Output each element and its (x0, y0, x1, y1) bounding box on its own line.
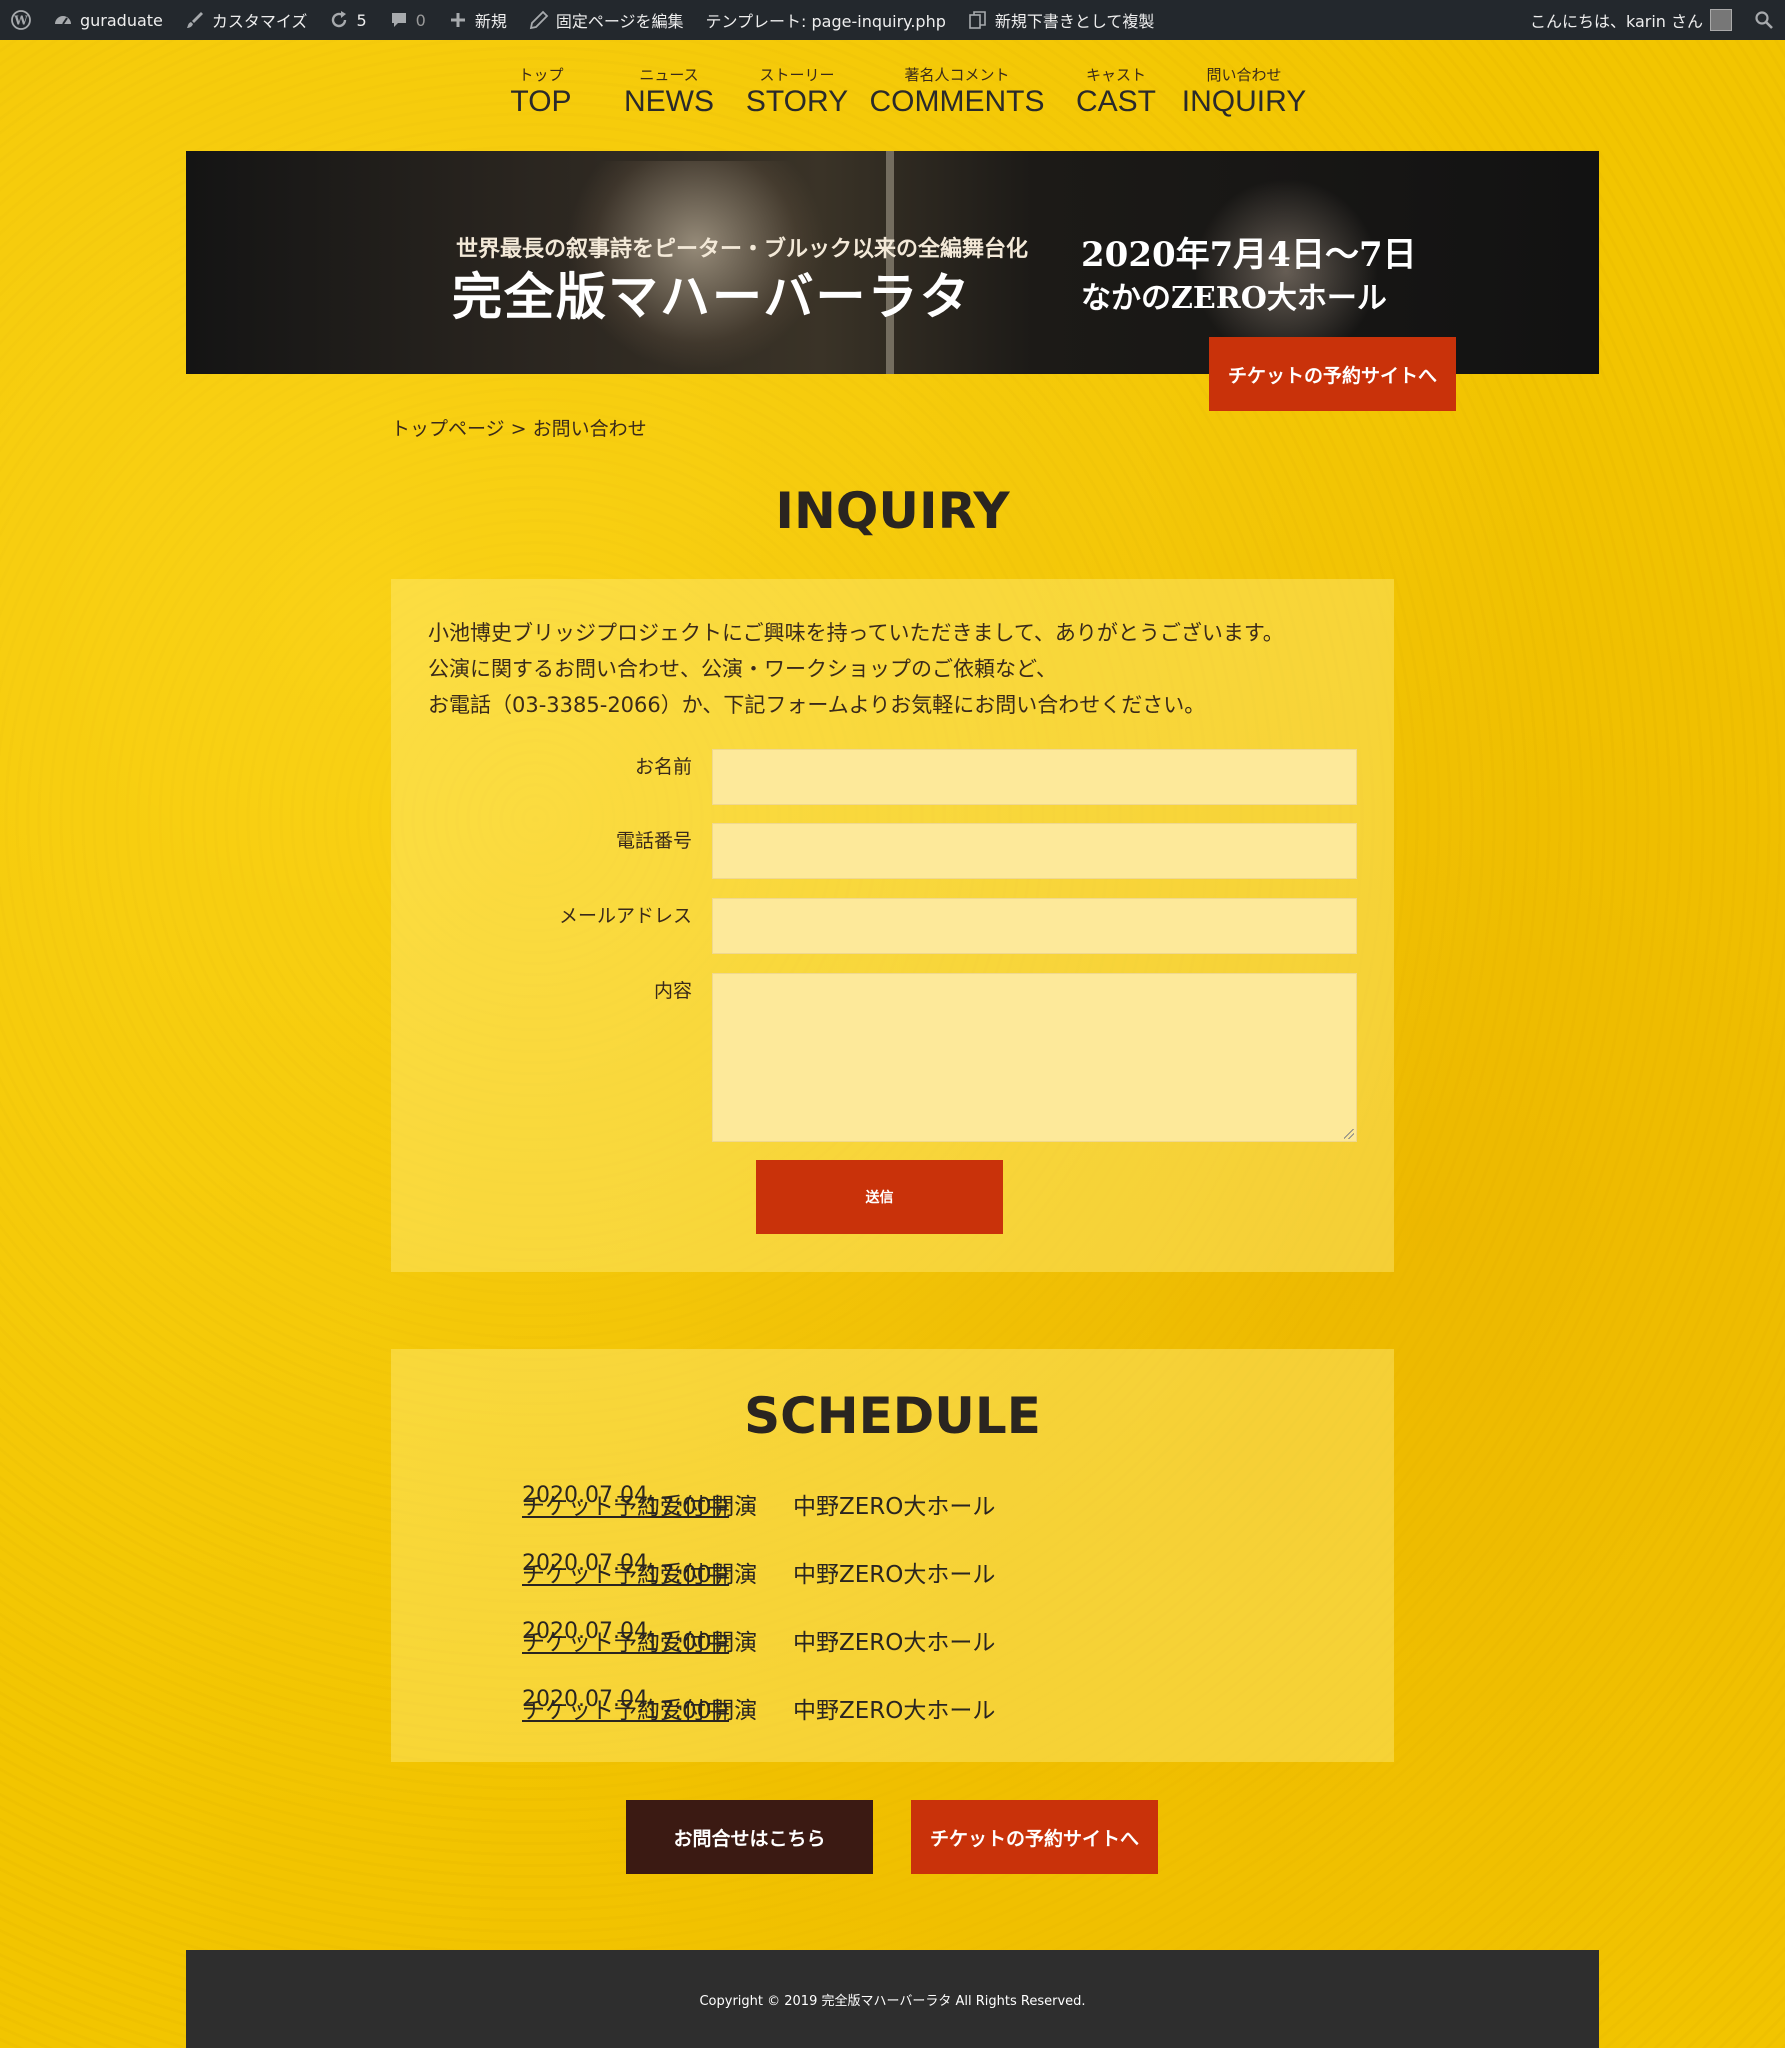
nav-comments[interactable]: 著名人コメント COMMENTS (870, 66, 1045, 120)
edit-page-label: 固定ページを編集 (555, 12, 684, 31)
template-info[interactable]: テンプレート: page-inquiry.php (695, 0, 957, 40)
svg-text:W: W (13, 14, 28, 28)
account-menu[interactable]: こんにちは、karin さん (1519, 0, 1743, 40)
ticket-reservation-button[interactable]: チケットの予約サイトへ (911, 1800, 1158, 1874)
nav-ruby: 著名人コメント (904, 66, 1010, 84)
comments-link[interactable]: 0 (378, 0, 437, 40)
schedule-time: 17:00開演 (645, 1630, 758, 1656)
updates-icon (329, 10, 349, 30)
breadcrumb[interactable]: トップページ > お問い合わせ (391, 414, 647, 441)
intro-text: 小池博史ブリッジプロジェクトにご興味を持っていただきまして、ありがとうございます… (428, 615, 1284, 723)
hero-title: 完全版マハーバーラタ (452, 267, 972, 326)
search-button[interactable] (1743, 0, 1785, 40)
schedule-panel: SCHEDULE 2020.07.04 17:00開演 中野ZERO大ホール チ… (391, 1349, 1394, 1762)
duplicate-draft-link[interactable]: 新規下書きとして複製 (957, 0, 1166, 40)
schedule-venue: 中野ZERO大ホール (793, 1698, 996, 1724)
phone-label: 電話番号 (615, 830, 692, 852)
email-field[interactable] (712, 898, 1357, 954)
nav-label: COMMENTS (869, 85, 1045, 118)
site-name: guraduate (80, 10, 163, 30)
nav-top[interactable]: トップ TOP (510, 66, 571, 120)
nav-ruby: ニュース (639, 66, 699, 84)
duplicate-icon (968, 10, 988, 30)
nav-label: CAST (1075, 85, 1157, 118)
schedule-date: 2020.07.04 (522, 1483, 648, 1508)
footer: Copyright © 2019 完全版マハーバーラタ All Rights R… (186, 1950, 1599, 2048)
admin-bar: W guraduate カスタマイズ 5 0 新規 固定ページを編集 テンプレー… (0, 0, 1785, 40)
name-label: お名前 (634, 756, 692, 778)
content-label: 内容 (653, 980, 692, 1002)
email-label: メールアドレス (558, 905, 692, 927)
intro-line: お電話（03-3385-2066）か、下記フォームよりお気軽にお問い合わせくださ… (428, 693, 1206, 717)
schedule-time: 17:00開演 (645, 1494, 758, 1520)
schedule-venue: 中野ZERO大ホール (793, 1630, 996, 1656)
wordpress-logo-button[interactable]: W (0, 0, 42, 40)
edit-page-link[interactable]: 固定ページを編集 (518, 0, 695, 40)
phone-field[interactable] (712, 823, 1357, 879)
schedule-venue: 中野ZERO大ホール (793, 1562, 996, 1588)
schedule-time: 17:00開演 (645, 1698, 758, 1724)
nav-ruby: ストーリー (759, 66, 835, 84)
intro-line: 公演に関するお問い合わせ、公演・ワークショップのご依頼など、 (428, 657, 1057, 681)
schedule-row: 2020.07.04 17:00開演 中野ZERO大ホール チケット予約受付中 (522, 1551, 995, 1589)
schedule-heading: SCHEDULE (744, 1387, 1041, 1445)
wordpress-icon: W (11, 10, 31, 30)
schedule-date: 2020.07.04 (522, 1619, 648, 1644)
submit-button[interactable]: 送信 (756, 1160, 1003, 1234)
comments-count: 0 (415, 10, 426, 30)
contact-button[interactable]: お問合せはこちら (626, 1800, 873, 1874)
nav-label: STORY (745, 85, 849, 118)
nav-ruby: 問い合わせ (1206, 66, 1282, 84)
customize-link[interactable]: カスタマイズ (174, 0, 319, 40)
nav-ruby: キャスト (1085, 66, 1147, 84)
template-label: テンプレート: page-inquiry.php (705, 12, 946, 31)
new-label: 新規 (474, 12, 507, 31)
schedule-row: 2020.07.04 17:00開演 中野ZERO大ホール チケット予約受付中 (522, 1687, 995, 1725)
plus-icon (448, 10, 468, 30)
updates-count: 5 (356, 10, 367, 30)
schedule-date: 2020.07.04 (522, 1551, 648, 1576)
nav-label: TOP (510, 85, 572, 118)
nav-story[interactable]: ストーリー STORY (746, 66, 848, 120)
resize-handle-icon[interactable] (1344, 1129, 1354, 1139)
search-icon (1754, 10, 1774, 30)
updates-link[interactable]: 5 (318, 0, 377, 40)
hero-date: 2020年7月4日〜7日 (1081, 235, 1417, 275)
brush-icon (185, 10, 205, 30)
site-name-link[interactable]: guraduate (42, 0, 174, 40)
greeting-text: こんにちは、karin さん (1529, 12, 1703, 31)
nav-news[interactable]: ニュース NEWS (624, 66, 714, 120)
page-title: INQUIRY (775, 482, 1010, 540)
comment-icon (389, 10, 409, 30)
schedule-row: 2020.07.04 17:00開演 中野ZERO大ホール チケット予約受付中 (522, 1483, 995, 1521)
new-content-link[interactable]: 新規 (437, 0, 518, 40)
inquiry-form-panel: 小池博史ブリッジプロジェクトにご興味を持っていただきまして、ありがとうございます… (391, 579, 1394, 1272)
schedule-row: 2020.07.04 17:00開演 中野ZERO大ホール チケット予約受付中 (522, 1619, 995, 1657)
copyright-text: Copyright © 2019 完全版マハーバーラタ All Rights R… (699, 1994, 1086, 2009)
pencil-icon (529, 10, 549, 30)
nav-label: INQUIRY (1181, 85, 1307, 118)
ticket-reservation-button[interactable]: チケットの予約サイトへ (1209, 337, 1456, 411)
schedule-time: 17:00開演 (645, 1562, 758, 1588)
customize-label: カスタマイズ (211, 12, 308, 31)
nav-inquiry[interactable]: 問い合わせ INQUIRY (1182, 66, 1306, 120)
main-nav: トップ TOP ニュース NEWS ストーリー STORY 著名人コメント CO… (0, 66, 1785, 130)
intro-line: 小池博史ブリッジプロジェクトにご興味を持っていただきまして、ありがとうございます… (428, 621, 1284, 645)
hero-venue: なかのZERO大ホール (1081, 281, 1387, 316)
dashboard-icon (53, 10, 73, 30)
nav-label: NEWS (624, 85, 714, 118)
nav-cast[interactable]: キャスト CAST (1076, 66, 1156, 120)
nav-ruby: トップ (518, 66, 564, 84)
avatar (1710, 9, 1732, 31)
schedule-venue: 中野ZERO大ホール (793, 1494, 996, 1520)
duplicate-label: 新規下書きとして複製 (994, 12, 1155, 31)
name-field[interactable] (712, 749, 1357, 805)
schedule-date: 2020.07.04 (522, 1687, 648, 1712)
content-textarea[interactable] (712, 973, 1357, 1142)
